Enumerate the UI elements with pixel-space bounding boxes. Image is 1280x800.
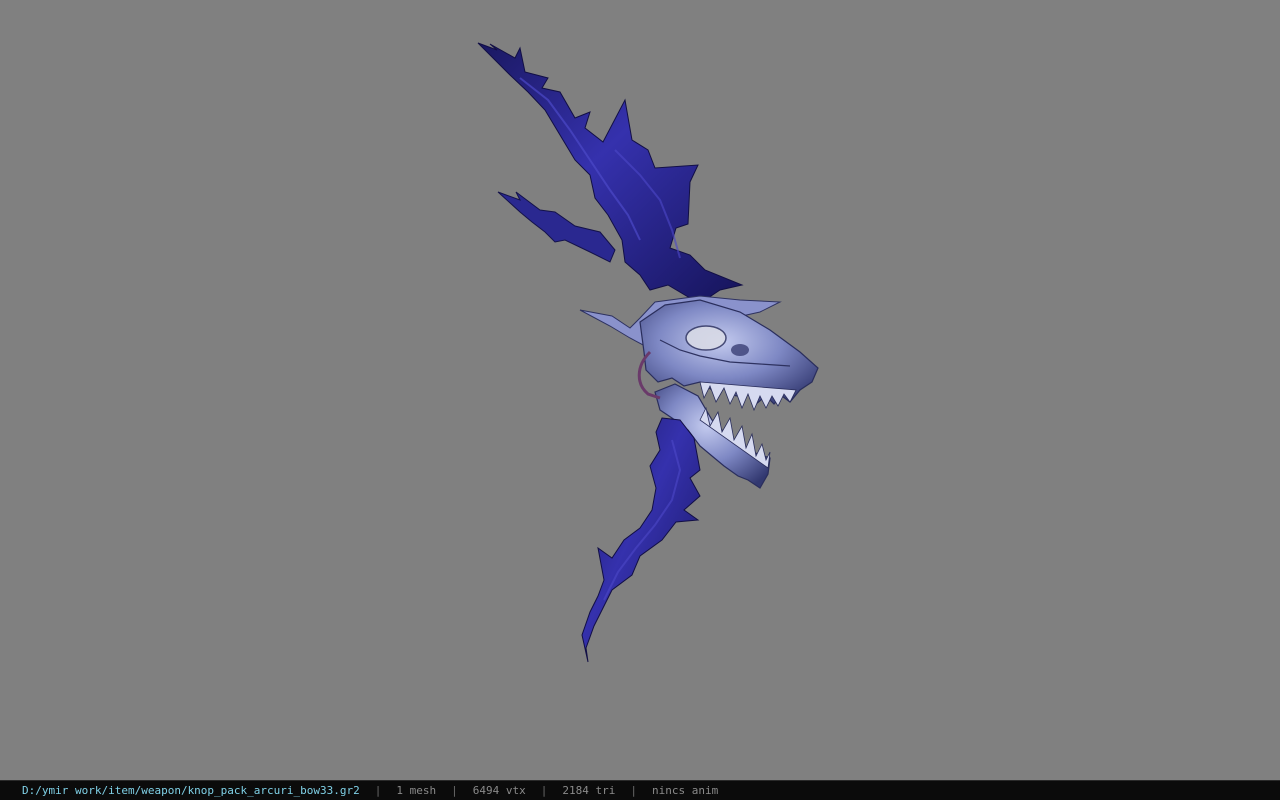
nostril bbox=[731, 344, 749, 356]
status-separator: | bbox=[374, 783, 382, 797]
status-bar: D:/ymir work/item/weapon/knop_pack_arcur… bbox=[0, 780, 1280, 800]
status-separator: | bbox=[630, 783, 637, 797]
status-separator: | bbox=[540, 783, 548, 797]
3d-viewport[interactable] bbox=[0, 0, 1280, 780]
animation-info: nincs anim bbox=[651, 783, 719, 797]
triangle-count: 2184 tri bbox=[562, 783, 616, 797]
vertex-count: 6494 vtx bbox=[472, 783, 526, 797]
status-separator: | bbox=[451, 783, 458, 797]
eye-socket bbox=[685, 325, 727, 351]
mesh-count: 1 mesh bbox=[396, 783, 437, 797]
dragon-bow-model[interactable] bbox=[0, 0, 1280, 780]
file-path: D:/ymir work/item/weapon/knop_pack_arcur… bbox=[22, 783, 360, 797]
horn-spike bbox=[497, 191, 616, 263]
lower-limb bbox=[581, 417, 701, 663]
